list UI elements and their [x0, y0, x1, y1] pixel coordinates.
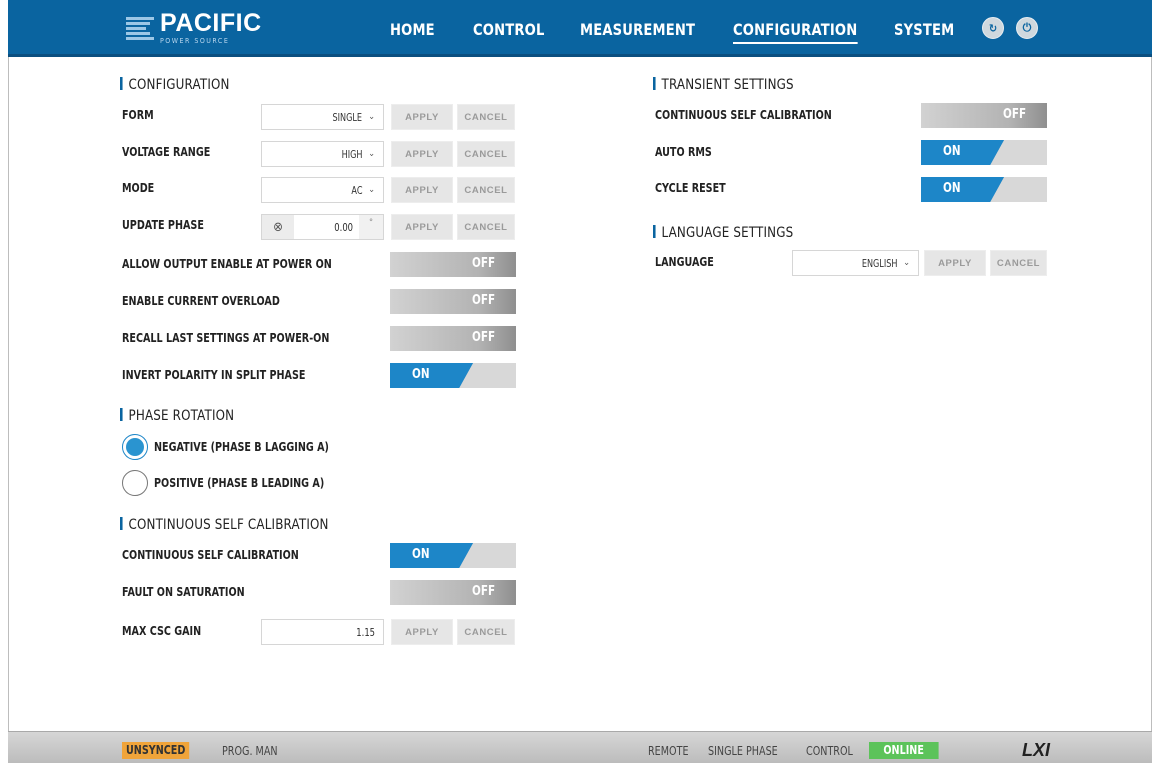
enable-current-overload-toggle[interactable]: OFF — [390, 289, 516, 314]
fault-saturation-label: FAULT ON SATURATION — [122, 585, 245, 599]
form-apply-button[interactable]: APPLY — [391, 104, 453, 130]
prog-status: PROG. MAN — [222, 744, 278, 758]
nav-control[interactable]: CONTROL — [473, 20, 544, 39]
clear-icon[interactable]: ⊗ — [262, 215, 294, 239]
recall-last-settings-label: RECALL LAST SETTINGS AT POWER-ON — [122, 331, 330, 345]
form-cancel-button[interactable]: CANCEL — [457, 104, 515, 130]
form-label: FORM — [122, 108, 154, 122]
auto-rms-toggle[interactable]: ON — [921, 140, 1047, 165]
invert-polarity-toggle[interactable]: ON — [390, 363, 516, 388]
voltage-range-label: VOLTAGE RANGE — [122, 145, 211, 159]
status-bar: UNSYNCED PROG. MAN REMOTE SINGLE PHASE C… — [8, 731, 1152, 763]
allow-output-toggle[interactable]: OFF — [390, 252, 516, 277]
power-icon[interactable]: ⏻ — [1016, 17, 1038, 39]
update-phase-apply-button[interactable]: APPLY — [391, 214, 453, 240]
phase-status: SINGLE PHASE — [708, 744, 778, 758]
cycle-reset-toggle[interactable]: ON — [921, 177, 1047, 202]
nav-configuration[interactable]: CONFIGURATION — [733, 20, 858, 44]
section-phase-rotation-title: PHASE ROTATION — [120, 408, 235, 424]
section-language-title: LANGUAGE SETTINGS — [653, 225, 794, 241]
section-transient-title: TRANSIENT SETTINGS — [653, 77, 794, 93]
csc-label: CONTINUOUS SELF CALIBRATION — [122, 548, 299, 562]
radio-negative-label: NEGATIVE (PHASE B LAGGING A) — [154, 440, 329, 454]
transient-csc-label: CONTINUOUS SELF CALIBRATION — [655, 108, 832, 122]
nav-system[interactable]: SYSTEM — [894, 20, 954, 39]
language-label: LANGUAGE — [655, 255, 714, 269]
radio-negative[interactable] — [122, 434, 148, 460]
mode-label: MODE — [122, 181, 155, 195]
language-cancel-button[interactable]: CANCEL — [990, 250, 1047, 276]
remote-status: REMOTE — [648, 744, 689, 758]
mode-apply-button[interactable]: APPLY — [391, 177, 453, 203]
chevron-down-icon: ⌄ — [368, 149, 375, 159]
section-csc-title: CONTINUOUS SELF CALIBRATION — [120, 517, 329, 533]
enable-current-overload-label: ENABLE CURRENT OVERLOAD — [122, 294, 280, 308]
csc-toggle[interactable]: ON — [390, 543, 516, 568]
max-csc-gain-label: MAX CSC GAIN — [122, 624, 202, 638]
logo-mark-icon — [126, 15, 154, 41]
chevron-down-icon: ⌄ — [368, 112, 375, 122]
radio-positive-label: POSITIVE (PHASE B LEADING A) — [154, 476, 325, 490]
refresh-icon[interactable]: ↻ — [982, 17, 1004, 39]
recall-last-settings-toggle[interactable]: OFF — [390, 326, 516, 351]
language-select[interactable]: ENGLISH ⌄ — [792, 250, 919, 276]
allow-output-label: ALLOW OUTPUT ENABLE AT POWER ON — [122, 257, 332, 271]
form-select[interactable]: SINGLE ⌄ — [261, 104, 384, 130]
max-csc-gain-apply-button[interactable]: APPLY — [391, 619, 453, 645]
mode-cancel-button[interactable]: CANCEL — [457, 177, 515, 203]
unsynced-badge: UNSYNCED — [122, 742, 190, 759]
brand-subtitle: POWER SOURCE — [160, 37, 230, 45]
section-configuration-title: CONFIGURATION — [120, 77, 230, 93]
voltage-range-apply-button[interactable]: APPLY — [391, 141, 453, 167]
update-phase-value: 0.00 — [334, 221, 353, 234]
chevron-down-icon: ⌄ — [368, 185, 375, 195]
pacific-logo[interactable]: PACIFIC POWER SOURCE — [126, 8, 262, 48]
language-apply-button[interactable]: APPLY — [924, 250, 986, 276]
invert-polarity-label: INVERT POLARITY IN SPLIT PHASE — [122, 368, 306, 382]
top-nav-bar: PACIFIC POWER SOURCE HOME CONTROL MEASUR… — [8, 0, 1152, 57]
lxi-logo: LXI — [1022, 740, 1051, 760]
update-phase-cancel-button[interactable]: CANCEL — [457, 214, 515, 240]
auto-rms-label: AUTO RMS — [655, 145, 712, 159]
update-phase-input[interactable]: ⊗ 0.00 ° — [261, 214, 384, 240]
chevron-down-icon: ⌄ — [903, 258, 910, 268]
mode-select[interactable]: AC ⌄ — [261, 177, 384, 203]
cycle-reset-label: CYCLE RESET — [655, 181, 726, 195]
transient-csc-toggle[interactable]: OFF — [921, 103, 1047, 128]
online-badge: ONLINE — [869, 742, 939, 759]
brand-name: PACIFIC — [160, 9, 262, 37]
max-csc-gain-input[interactable]: 1.15 — [261, 619, 384, 645]
fault-saturation-toggle[interactable]: OFF — [390, 580, 516, 605]
radio-positive[interactable] — [122, 470, 148, 496]
nav-measurement[interactable]: MEASUREMENT — [580, 20, 695, 39]
voltage-range-select[interactable]: HIGH ⌄ — [261, 141, 384, 167]
update-phase-label: UPDATE PHASE — [122, 218, 204, 232]
max-csc-gain-cancel-button[interactable]: CANCEL — [457, 619, 515, 645]
nav-home[interactable]: HOME — [390, 20, 435, 39]
control-status: CONTROL — [806, 744, 853, 758]
voltage-range-cancel-button[interactable]: CANCEL — [457, 141, 515, 167]
degree-unit: ° — [359, 215, 383, 239]
